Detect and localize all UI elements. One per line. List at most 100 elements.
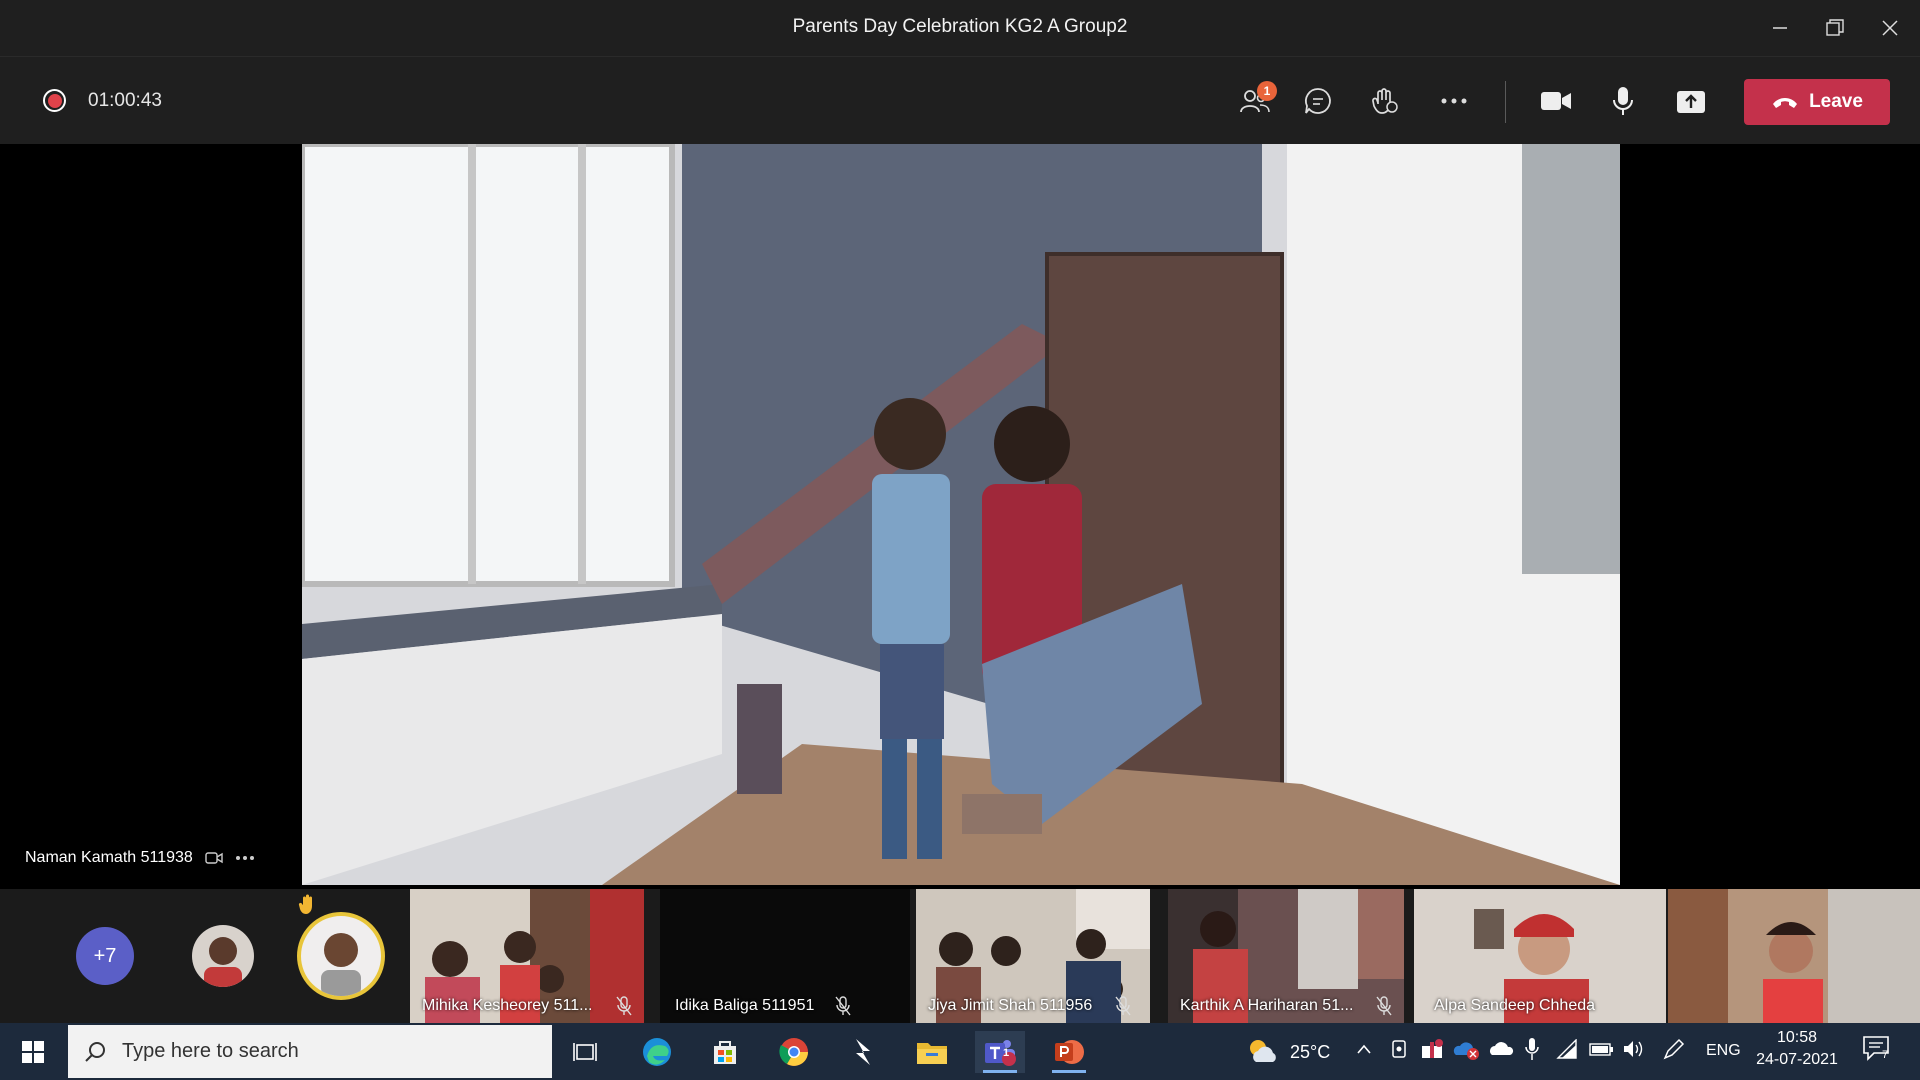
- microsoft-store-icon: [714, 1041, 736, 1064]
- participant-tile[interactable]: Mihika Kesheorey 511...: [410, 889, 644, 1023]
- wifi-icon[interactable]: [1556, 1039, 1578, 1059]
- notification-center-button[interactable]: 7: [1862, 1035, 1898, 1067]
- pin-video-icon[interactable]: [205, 849, 223, 867]
- edge-icon: [643, 1038, 671, 1066]
- main-video-feed[interactable]: [302, 144, 1620, 885]
- store-app-button[interactable]: [700, 1031, 750, 1073]
- raised-hand-icon: [298, 894, 312, 914]
- main-video-name-tag: Naman Kamath 511938: [25, 849, 255, 867]
- participant-avatar-raised-hand[interactable]: [297, 912, 385, 1000]
- restore-button[interactable]: [1807, 8, 1863, 48]
- pen-workspace-icon[interactable]: [1662, 1037, 1686, 1061]
- participant-tile[interactable]: Karthik A Hariharan 51...: [1168, 889, 1404, 1023]
- participant-avatar-image: [321, 933, 361, 996]
- muted-mic-icon: [1115, 996, 1131, 1016]
- microphone-icon: [1613, 87, 1633, 115]
- start-button[interactable]: [8, 1031, 58, 1073]
- hang-up-icon: [1773, 98, 1798, 108]
- task-view-icon: [573, 1043, 597, 1061]
- gift-app-icon[interactable]: [1420, 1038, 1444, 1060]
- participant-tile[interactable]: [1668, 889, 1920, 1023]
- participant-name: Mihika Kesheorey 511...: [422, 997, 593, 1014]
- powerpoint-app-button[interactable]: [1044, 1031, 1094, 1073]
- main-video-image: [302, 144, 1620, 885]
- meet-now-icon[interactable]: [1390, 1039, 1408, 1061]
- participant-tile[interactable]: Alpa Sandeep Chheda: [1414, 889, 1666, 1023]
- share-screen-button[interactable]: [1669, 81, 1713, 121]
- chat-icon: [1305, 88, 1331, 114]
- participant-tile[interactable]: Idika Baliga 511951: [660, 889, 910, 1023]
- teams-icon: [985, 1040, 1016, 1066]
- camera-button[interactable]: [1534, 81, 1578, 121]
- bolt-app-button[interactable]: [838, 1031, 888, 1073]
- muted-mic-icon: [1376, 996, 1392, 1016]
- microphone-button[interactable]: [1601, 81, 1645, 121]
- participant-video-image: [1668, 889, 1920, 1023]
- restore-icon: [1826, 19, 1844, 36]
- leave-button[interactable]: Leave: [1744, 79, 1890, 125]
- clock-time: 10:58: [1776, 1029, 1818, 1046]
- tile-more-icon[interactable]: [235, 855, 255, 861]
- chrome-icon: [779, 1038, 808, 1066]
- reactions-button[interactable]: [1363, 81, 1407, 121]
- task-view-button[interactable]: [560, 1031, 610, 1073]
- notifications-count: 7: [1882, 1049, 1889, 1061]
- active-app-indicator: [1052, 1070, 1086, 1073]
- taskbar-clock[interactable]: 10:58 24-07-2021: [1752, 1029, 1842, 1069]
- share-tray-icon: [1677, 91, 1705, 113]
- more-options-button[interactable]: [1432, 81, 1476, 121]
- participants-badge: 1: [1257, 81, 1277, 101]
- title-bar: Parents Day Celebration KG2 A Group2: [0, 0, 1920, 56]
- participant-strip: +7 Mihika Kesheorey 511... Idika Baliga …: [0, 889, 1920, 1023]
- participant-avatar-image: [204, 937, 242, 987]
- muted-mic-icon: [616, 996, 632, 1016]
- battery-icon[interactable]: [1588, 1040, 1614, 1058]
- edge-app-button[interactable]: [632, 1031, 682, 1073]
- input-language[interactable]: ENG: [1706, 1042, 1741, 1060]
- cloud-icon[interactable]: [1488, 1039, 1514, 1057]
- windows-taskbar: Type here to search 1 25°C ENG 10:58 24-…: [0, 1023, 1920, 1080]
- weather-icon[interactable]: [1246, 1038, 1280, 1064]
- meeting-toolbar: 01:00:43 1 Leave: [0, 56, 1920, 144]
- taskbar-search-input[interactable]: Type here to search: [68, 1025, 552, 1078]
- weather-temperature[interactable]: 25°C: [1290, 1042, 1330, 1063]
- clock-date: 24-07-2021: [1756, 1051, 1838, 1068]
- minimize-button[interactable]: [1752, 8, 1808, 48]
- chrome-app-button[interactable]: [769, 1031, 819, 1073]
- participants-button[interactable]: 1: [1233, 81, 1277, 121]
- more-icon: [1441, 98, 1467, 104]
- close-icon: [1882, 20, 1898, 36]
- video-camera-icon: [1541, 92, 1571, 110]
- windows-logo-icon: [22, 1041, 44, 1063]
- lightning-bolt-icon: [856, 1039, 870, 1065]
- participant-name: Karthik A Hariharan 51...: [1180, 997, 1354, 1014]
- speaker-name: Naman Kamath 511938: [25, 849, 193, 866]
- video-stage: Naman Kamath 511938: [0, 144, 1920, 889]
- search-placeholder: Type here to search: [122, 1040, 299, 1062]
- recording-icon: [43, 89, 66, 112]
- file-explorer-button[interactable]: [907, 1031, 957, 1073]
- participant-avatar[interactable]: [192, 925, 254, 987]
- speaker-volume-icon[interactable]: [1622, 1039, 1646, 1059]
- leave-label: Leave: [1809, 91, 1863, 112]
- raise-hand-icon: [1372, 88, 1398, 114]
- powerpoint-icon: [1055, 1040, 1084, 1064]
- search-icon: [85, 1041, 105, 1062]
- close-button[interactable]: [1862, 8, 1918, 48]
- microphone-tray-icon[interactable]: [1524, 1037, 1540, 1061]
- teams-app-button[interactable]: 1: [975, 1031, 1025, 1073]
- participant-name: Alpa Sandeep Chheda: [1434, 997, 1596, 1014]
- chat-button[interactable]: [1296, 81, 1340, 121]
- toolbar-divider: [1505, 81, 1506, 123]
- onedrive-error-icon[interactable]: [1452, 1037, 1480, 1061]
- active-app-indicator: [983, 1070, 1017, 1073]
- minimize-icon: [1773, 27, 1787, 29]
- participant-name: Jiya Jimit Shah 511956: [928, 997, 1093, 1014]
- more-participants-button[interactable]: +7: [76, 927, 134, 985]
- chevron-up-icon[interactable]: [1356, 1043, 1372, 1055]
- teams-badge: 1: [1003, 1047, 1010, 1059]
- participant-name: Idika Baliga 511951: [675, 997, 815, 1014]
- participant-tile[interactable]: Jiya Jimit Shah 511956: [916, 889, 1150, 1023]
- muted-mic-icon: [835, 996, 851, 1016]
- folder-icon: [917, 1043, 947, 1064]
